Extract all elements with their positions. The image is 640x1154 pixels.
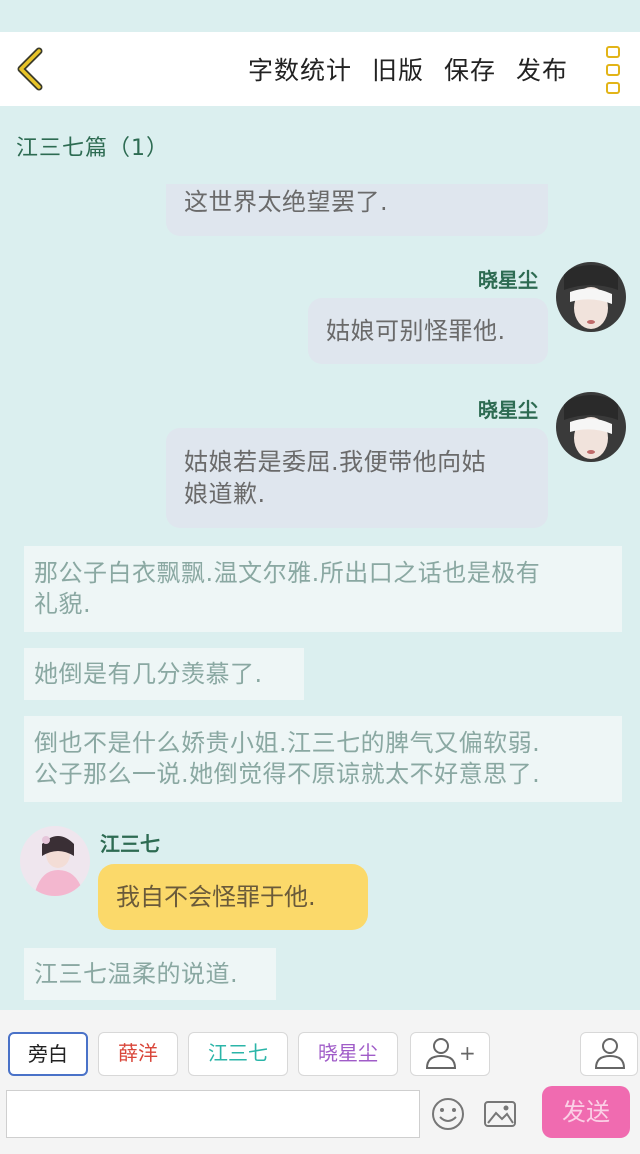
narration-block[interactable]: 那公子白衣飘飘.温文尔雅.所出口之话也是极有 礼貌. [24, 546, 622, 632]
narration-line: 公子那么一说.她倒觉得不原谅就太不好意思了. [34, 760, 541, 788]
character-manage-button[interactable] [580, 1032, 638, 1076]
speaker-name: 江三七 [100, 832, 160, 856]
role-button-xueyang[interactable]: 薛洋 [98, 1032, 178, 1076]
speaker-name: 晓星尘 [478, 398, 538, 422]
menu-dot [606, 82, 620, 94]
message-bubble[interactable]: 姑娘可别怪罪他. [308, 298, 548, 364]
message-text: 我自不会怪罪于他. [116, 883, 316, 911]
menu-dot [606, 64, 620, 76]
chapter-title: 江三七篇（1） [16, 136, 169, 161]
back-button[interactable] [12, 46, 52, 92]
send-button[interactable]: 发送 [542, 1086, 630, 1138]
narration-line: 她倒是有几分羡慕了. [34, 660, 263, 688]
avatar-image [556, 392, 626, 462]
role-label: 江三七 [208, 1041, 268, 1065]
message-text: 姑娘可别怪罪他. [326, 317, 506, 345]
narration-block[interactable]: 倒也不是什么娇贵小姐.江三七的脾气又偏软弱. 公子那么一说.她倒觉得不原谅就太不… [24, 716, 622, 802]
narration-line: 礼貌. [34, 590, 92, 618]
narration-line: 江三七温柔的说道. [34, 960, 239, 988]
more-menu-icon[interactable] [606, 46, 622, 94]
message-bubble[interactable]: 这世界太绝望罢了. [166, 184, 548, 236]
role-label: 薛洋 [118, 1041, 158, 1065]
message-bubble[interactable]: 我自不会怪罪于他. [98, 864, 368, 930]
emoji-button[interactable] [430, 1096, 466, 1132]
narration-block[interactable]: 她倒是有几分羡慕了. [24, 648, 304, 700]
old-version-button[interactable]: 旧版 [372, 51, 424, 87]
narration-line: 倒也不是什么娇贵小姐.江三七的脾气又偏软弱. [34, 729, 541, 757]
role-button-jiangsanqi[interactable]: 江三七 [188, 1032, 288, 1076]
save-button[interactable]: 保存 [444, 51, 496, 87]
avatar-xiaoxingchen[interactable] [556, 262, 626, 332]
avatar-image [556, 262, 626, 332]
message-text-line: 姑娘若是委屈.我便带他向姑 [184, 448, 487, 476]
image-button[interactable] [482, 1096, 518, 1132]
speaker-name: 晓星尘 [478, 268, 538, 292]
publish-button[interactable]: 发布 [516, 51, 568, 87]
add-role-button[interactable]: + [410, 1032, 490, 1076]
image-icon [484, 1101, 516, 1127]
word-count-button[interactable]: 字数统计 [248, 51, 352, 87]
back-chevron-icon [17, 47, 43, 91]
role-label: 晓星尘 [318, 1041, 378, 1065]
narration-block[interactable]: 江三七温柔的说道. [24, 948, 276, 1000]
message-input[interactable] [6, 1090, 420, 1138]
message-text-line: 娘道歉. [184, 480, 266, 508]
menu-dot [606, 46, 620, 58]
avatar-xiaoxingchen[interactable] [556, 392, 626, 462]
narration-line: 那公子白衣飘飘.温文尔雅.所出口之话也是极有 [34, 559, 541, 587]
status-bar [0, 0, 640, 32]
message-text: 这世界太绝望罢了. [184, 188, 389, 216]
role-button-xiaoxingchen[interactable]: 晓星尘 [298, 1032, 398, 1076]
compose-panel: 旁白 薛洋 江三七 晓星尘 + 发送 [0, 1010, 640, 1154]
message-bubble[interactable]: 姑娘若是委屈.我便带他向姑 娘道歉. [166, 428, 548, 528]
avatar-jiangsanqi[interactable] [20, 826, 90, 896]
person-icon [594, 1038, 626, 1069]
emoji-icon [432, 1098, 464, 1130]
role-button-narrator[interactable]: 旁白 [8, 1032, 88, 1076]
avatar-image [20, 826, 90, 896]
role-label: 旁白 [28, 1042, 68, 1066]
header-actions: 字数统计 旧版 保存 发布 [228, 32, 568, 106]
top-toolbar: 字数统计 旧版 保存 发布 [0, 32, 640, 106]
add-role-plus: + [459, 1041, 476, 1065]
